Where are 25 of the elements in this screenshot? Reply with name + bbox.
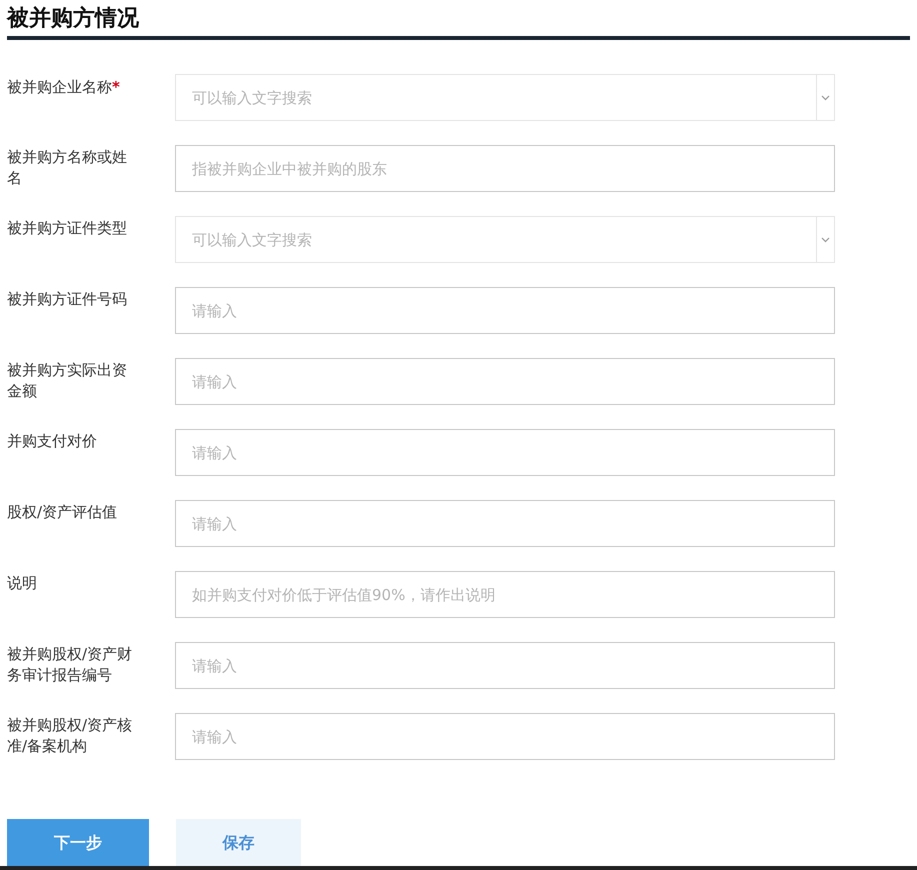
next-button[interactable]: 下一步 <box>7 819 149 867</box>
field-label: 被并购股权/资产核准/备案机构 <box>7 715 134 757</box>
section-title: 被并购方情况 <box>7 4 139 33</box>
chevron-down-icon <box>821 236 830 242</box>
field-label: 股权/资产评估值 <box>7 502 118 523</box>
input-field[interactable]: 请输入 <box>175 642 835 689</box>
input-field[interactable]: 如并购支付对价低于评估值90%，请作出说明 <box>175 571 835 618</box>
field-label: 说明 <box>7 573 38 594</box>
input-field[interactable]: 请输入 <box>175 429 835 476</box>
field-label: 被并购方实际出资金额 <box>7 360 128 402</box>
input-field[interactable]: 请输入 <box>175 713 835 760</box>
input-field[interactable]: 请输入 <box>175 287 835 334</box>
field-label: 并购支付对价 <box>7 431 98 452</box>
field-label: 被并购股权/资产财务审计报告编号 <box>7 644 134 686</box>
field-label: 被并购方证件类型 <box>7 218 128 239</box>
input-field[interactable]: 请输入 <box>175 358 835 405</box>
field-label: 被并购企业名称* <box>7 77 121 98</box>
input-field[interactable]: 指被并购企业中被并购的股东 <box>175 145 835 192</box>
save-button[interactable]: 保存 <box>176 819 301 867</box>
field-label: 被并购方名称或姓名 <box>7 147 128 189</box>
input-field[interactable]: 请输入 <box>175 500 835 547</box>
chevron-down-icon <box>821 94 830 100</box>
select-field[interactable]: 可以输入文字搜索 <box>175 216 835 263</box>
select-field[interactable]: 可以输入文字搜索 <box>175 74 835 121</box>
field-label: 被并购方证件号码 <box>7 289 128 310</box>
